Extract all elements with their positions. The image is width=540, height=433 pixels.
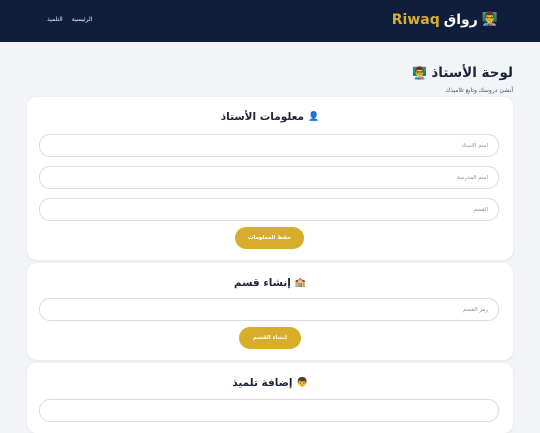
brand-name-latin: Riwaq xyxy=(391,12,440,28)
boy-icon: 👦 xyxy=(296,378,308,388)
teacher-name-input[interactable] xyxy=(39,134,499,157)
add-student-title-text: إضافة تلميذ xyxy=(232,377,293,389)
teacher-info-title-text: معلومات الأستاذ xyxy=(220,111,305,123)
page-title-text: لوحة الأستاذ xyxy=(431,65,513,81)
teacher-emoji-icon: 👨‍🏫 xyxy=(481,12,498,27)
create-class-title-text: إنشاء قسم xyxy=(233,277,291,289)
teacher-info-title: 👤 معلومات الأستاذ xyxy=(27,111,513,123)
class-code-input[interactable] xyxy=(39,298,499,321)
user-icon: 👤 xyxy=(308,112,320,122)
brand-logo[interactable]: 👨‍🏫 رواق Riwaq xyxy=(392,12,498,28)
nav-link-home[interactable]: الرئيسية xyxy=(72,16,93,24)
student-input-partial[interactable] xyxy=(39,399,499,422)
top-navbar: 👨‍🏫 رواق Riwaq الرئيسية التلميذ xyxy=(0,0,540,42)
save-info-button[interactable]: حفظ المعلومات xyxy=(235,227,304,249)
brand-name-arabic: رواق xyxy=(443,12,478,28)
teacher-info-card: 👤 معلومات الأستاذ حفظ المعلومات xyxy=(27,97,513,260)
create-class-button[interactable]: إنشاء القسم xyxy=(239,327,301,349)
nav-link-student[interactable]: التلميذ xyxy=(47,16,63,24)
main-nav: الرئيسية التلميذ xyxy=(47,16,92,24)
class-input[interactable] xyxy=(39,198,499,221)
school-name-input[interactable] xyxy=(39,166,499,189)
teacher-emoji-icon: 👨‍🏫 xyxy=(412,66,428,80)
page-subtitle: أنشئ دروسك وتابع تلاميذك xyxy=(445,87,513,94)
school-icon: 🏫 xyxy=(294,278,307,288)
add-student-title: 👦 إضافة تلميذ xyxy=(27,377,513,389)
create-class-card: 🏫 إنشاء قسم إنشاء القسم xyxy=(27,263,513,360)
create-class-title: 🏫 إنشاء قسم xyxy=(27,277,513,289)
page-title: لوحة الأستاذ 👨‍🏫 xyxy=(412,64,513,82)
add-student-card: 👦 إضافة تلميذ xyxy=(27,363,513,433)
